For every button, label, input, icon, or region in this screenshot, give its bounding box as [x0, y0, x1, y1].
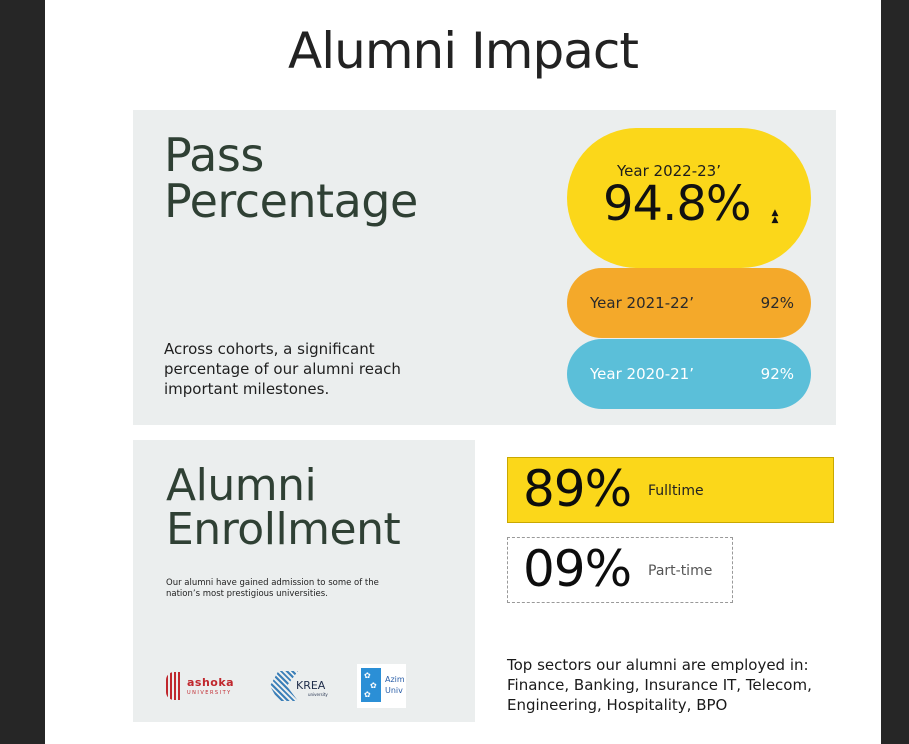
sectors-list: Finance, Banking, Insurance IT, Telecom,… [507, 676, 812, 714]
azim-premji-university-logo: ✿ ✿ ✿ Azim Univ [357, 664, 406, 708]
sectors-intro: Top sectors our alumni are employed in: [507, 656, 809, 674]
ashoka-logo-name: ashoka [187, 676, 235, 689]
page: Alumni Impact Pass Percentage Across coh… [45, 0, 881, 744]
enrollment-heading: Alumni Enrollment [166, 464, 466, 552]
year-pill-2020-21: Year 2020-21’ 92% [567, 339, 811, 409]
enrollment-title-line2: Enrollment [166, 504, 401, 555]
azim-logo-name: Azim Univ [385, 674, 405, 696]
pass-title-line1: Pass [164, 128, 264, 182]
fulltime-value: 89% [523, 460, 632, 518]
page-title: Alumni Impact [288, 22, 639, 80]
fulltime-label: Fulltime [648, 483, 704, 499]
parttime-stat: 09% Part-time [507, 537, 733, 603]
top-sectors-text: Top sectors our alumni are employed in: … [507, 655, 827, 715]
pass-description: Across cohorts, a significant percentage… [164, 340, 401, 398]
fulltime-stat: 89% Fulltime [507, 457, 834, 523]
alumni-enrollment-card: Alumni Enrollment Our alumni have gained… [133, 440, 475, 722]
ashoka-mark-icon [166, 672, 182, 700]
year-label: Year 2021-22’ [590, 294, 694, 312]
krea-mark-icon [270, 671, 298, 701]
enrollment-description: Our alumni have gained admission to some… [166, 578, 379, 599]
up-arrows-icon: ▲ ▲ [771, 208, 779, 225]
parttime-label: Part-time [648, 563, 713, 579]
azim-logo-line2: Univ [385, 686, 403, 695]
enrollment-title-line1: Alumni [166, 460, 317, 511]
year-value: 92% [760, 294, 794, 312]
pass-title-line2: Percentage [164, 174, 418, 228]
ashoka-university-logo: ashoka UNIVERSITY [166, 669, 246, 705]
parttime-value: 09% [523, 540, 632, 598]
azim-logo-line1: Azim [385, 675, 405, 684]
krea-logo-name: KREA [296, 679, 326, 692]
pass-percentage-heading: Pass Percentage [164, 132, 464, 224]
pass-percentage-card: Pass Percentage Across cohorts, a signif… [133, 110, 836, 425]
year-pill-2021-22: Year 2021-22’ 92% [567, 268, 811, 338]
krea-university-logo: KREA university [270, 669, 340, 705]
azim-mark-icon: ✿ ✿ ✿ [361, 668, 381, 702]
highlight-year-value: 94.8% [603, 176, 751, 232]
krea-logo-sub: university [308, 692, 328, 697]
highlight-year-pill: Year 2022-23’ 94.8% ▲ ▲ [567, 128, 811, 268]
year-value: 92% [760, 365, 794, 383]
ashoka-logo-sub: UNIVERSITY [187, 690, 232, 696]
year-label: Year 2020-21’ [590, 365, 694, 383]
